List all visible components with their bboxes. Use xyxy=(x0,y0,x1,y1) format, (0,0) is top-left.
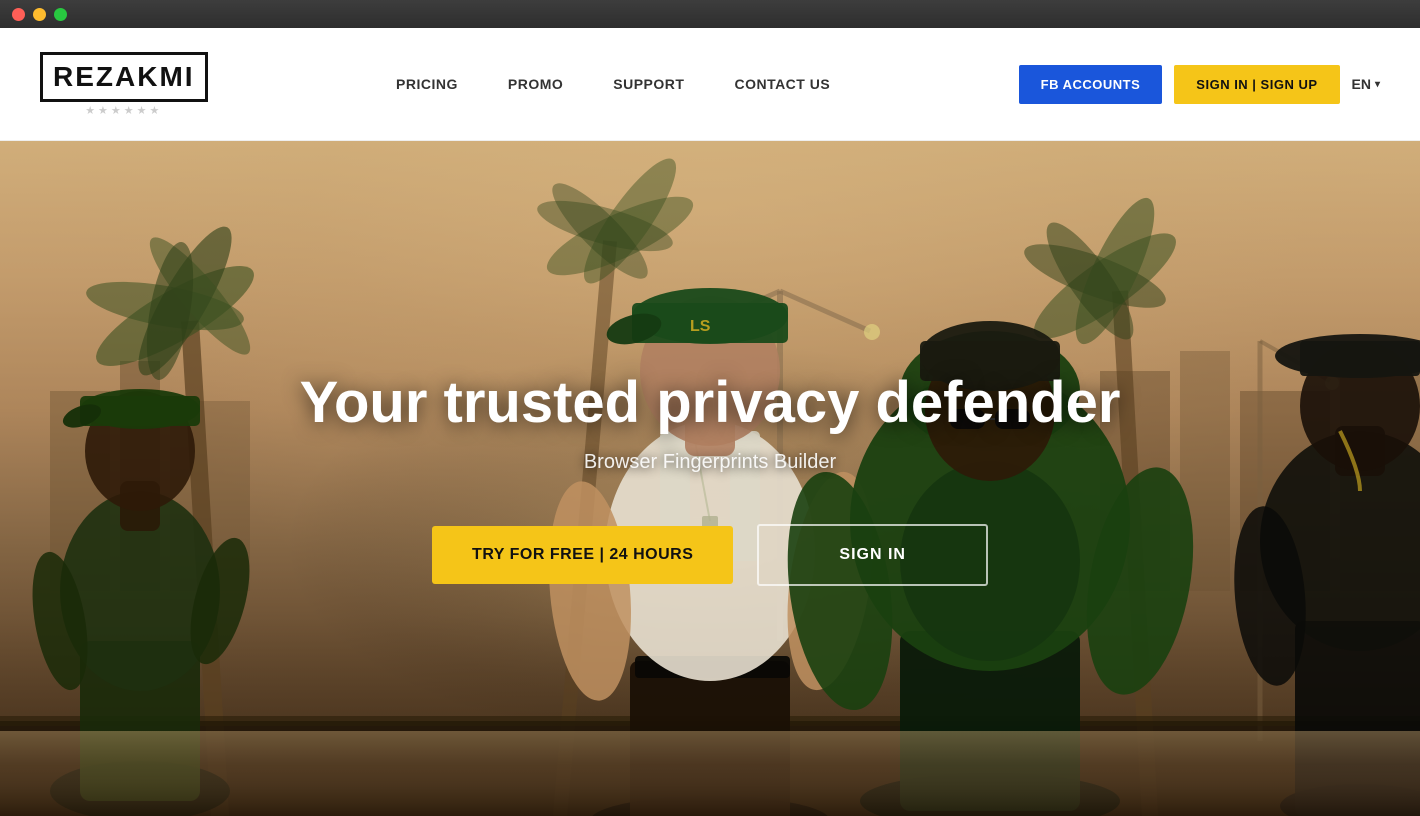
hero-subtitle: Browser Fingerprints Builder xyxy=(300,451,1121,474)
logo-stars: ★★★★★★ xyxy=(85,104,162,117)
browser-container: REZAKMI ★★★★★★ PRICING PROMO SUPPORT CON… xyxy=(0,28,1420,816)
hero-buttons: TRY FOR FREE | 24 hours SIGN IN xyxy=(300,524,1121,586)
minimize-button-icon[interactable] xyxy=(33,8,46,21)
nav-links: PRICING PROMO SUPPORT CONTACT US xyxy=(396,76,830,92)
hero-section: LS xyxy=(0,141,1420,816)
try-free-button[interactable]: TRY FOR FREE | 24 hours xyxy=(432,526,733,584)
nav-promo[interactable]: PROMO xyxy=(508,76,563,92)
language-selector[interactable]: EN ▾ xyxy=(1352,76,1380,92)
chevron-down-icon: ▾ xyxy=(1375,79,1380,90)
nav-contact[interactable]: CONTACT US xyxy=(734,76,830,92)
logo-text: REZAKMI xyxy=(53,61,195,92)
svg-text:LS: LS xyxy=(690,318,711,335)
navbar: REZAKMI ★★★★★★ PRICING PROMO SUPPORT CON… xyxy=(0,28,1420,141)
signin-signup-button[interactable]: SIGN IN | SIGN UP xyxy=(1174,65,1339,104)
lang-label: EN xyxy=(1352,76,1371,92)
hero-title: Your trusted privacy defender xyxy=(300,371,1121,435)
hero-content: Your trusted privacy defender Browser Fi… xyxy=(300,371,1121,586)
fb-accounts-button[interactable]: FB ACCOUNTS xyxy=(1019,65,1163,104)
nav-support[interactable]: SUPPORT xyxy=(613,76,684,92)
nav-actions: FB ACCOUNTS SIGN IN | SIGN UP EN ▾ xyxy=(1019,65,1380,104)
nav-pricing[interactable]: PRICING xyxy=(396,76,458,92)
window-chrome xyxy=(0,0,1420,28)
logo-box: REZAKMI xyxy=(40,52,208,102)
close-button-icon[interactable] xyxy=(12,8,25,21)
hero-signin-button[interactable]: SIGN IN xyxy=(757,524,988,586)
fullscreen-button-icon[interactable] xyxy=(54,8,67,21)
logo[interactable]: REZAKMI ★★★★★★ xyxy=(40,52,208,117)
